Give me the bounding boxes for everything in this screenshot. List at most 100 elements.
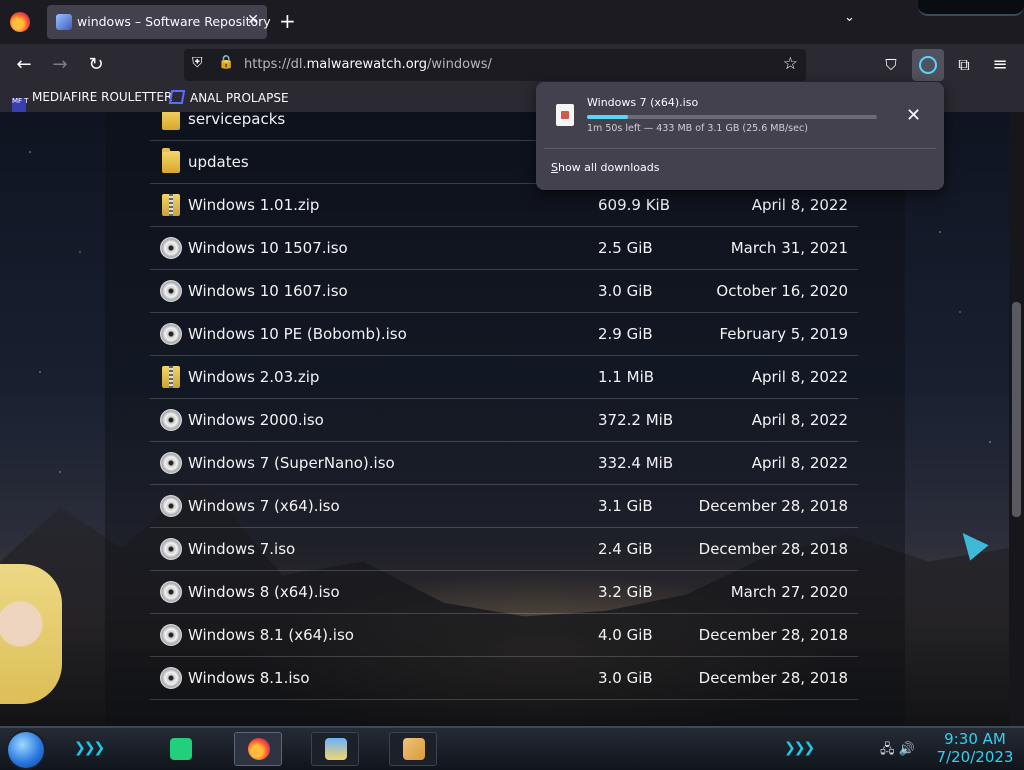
file-date: December 28, 2018 <box>698 497 848 515</box>
file-size: 3.1 GiB <box>598 497 653 515</box>
table-row[interactable]: Windows 7 (x64).iso 3.1 GiB December 28, 2… <box>150 485 858 528</box>
clock-time: 9:30 AM <box>944 730 1006 748</box>
system-tray-icons[interactable]: 🖧 🔊 <box>880 740 915 762</box>
file-name-link[interactable]: Windows 8.1.iso <box>188 669 310 687</box>
iso-file-icon <box>556 104 574 126</box>
file-name-link[interactable]: Windows 1.01.zip <box>188 196 319 214</box>
cartoon-character-image <box>0 564 62 704</box>
table-row[interactable]: Windows 7.iso 2.4 GiB December 28, 2018 <box>150 528 858 571</box>
forward-button[interactable]: → <box>47 52 73 78</box>
taskbar-clock[interactable]: 9:30 AM 7/20/2023 <box>930 730 1020 766</box>
file-date: March 27, 2020 <box>730 583 848 601</box>
tab-windows-repository[interactable]: windows – Software Repository ✕ <box>47 5 271 39</box>
file-size: 3.0 GiB <box>598 282 653 300</box>
lock-icon[interactable]: 🔒 <box>218 55 234 70</box>
file-size: 1.1 MiB <box>598 368 655 386</box>
file-size: 332.4 MiB <box>598 454 674 472</box>
start-button[interactable] <box>8 732 44 768</box>
page-scrollbar[interactable] <box>1009 112 1024 726</box>
file-name-link[interactable]: Windows 8.1 (x64).iso <box>188 626 354 644</box>
cancel-download-icon[interactable]: ✕ <box>906 105 921 126</box>
file-explorer-icon <box>325 738 347 760</box>
table-row[interactable]: Windows 8.1 (x64).iso 4.0 GiB December 28,… <box>150 614 858 657</box>
new-tab-button[interactable]: + <box>279 9 296 33</box>
table-row[interactable]: Windows 10 1607.iso 3.0 GiB October 16, 20… <box>150 270 858 313</box>
file-name-link[interactable]: Windows 7.iso <box>188 540 295 558</box>
tab-bar: windows – Software Repository ✕ + ⌄ <box>0 0 1024 44</box>
file-size: 2.9 GiB <box>598 325 653 343</box>
back-button[interactable]: ← <box>11 52 37 78</box>
disc-image-icon <box>160 409 182 431</box>
taskbar-decoration-right: ❯❯❯ <box>784 740 815 756</box>
file-size: 372.2 MiB <box>598 411 674 429</box>
table-row[interactable]: Windows 2000.iso 372.2 MiB April 8, 2022 <box>150 399 858 442</box>
file-name-link[interactable]: Windows 7 (SuperNano).iso <box>188 454 395 472</box>
disc-image-icon <box>160 323 182 345</box>
file-size: 609.9 KiB <box>598 196 671 214</box>
tab-list-chevron-icon[interactable]: ⌄ <box>844 10 862 28</box>
taskbar-file-explorer[interactable] <box>311 732 359 766</box>
page-content[interactable]: servicepacksupdates-June 19, 2022Windows… <box>0 112 1009 726</box>
taskbar-handshake-app[interactable] <box>389 732 437 766</box>
extensions-icon[interactable]: ⧉ <box>951 52 977 78</box>
file-size: 2.5 GiB <box>598 239 653 257</box>
table-row[interactable]: Windows 1.01.zip 609.9 KiB April 8, 2022 <box>150 184 858 227</box>
download-status: 1m 50s left — 433 MB of 3.1 GB (25.6 MB/… <box>587 123 808 134</box>
table-row[interactable]: Windows 2.03.zip 1.1 MiB April 8, 2022 <box>150 356 858 399</box>
file-name-link[interactable]: Windows 2000.iso <box>188 411 324 429</box>
download-file-name[interactable]: Windows 7 (x64).iso <box>587 96 698 109</box>
window-decoration <box>918 0 1024 16</box>
file-date: December 28, 2018 <box>698 669 848 687</box>
app-menu-icon[interactable]: ≡ <box>987 52 1013 78</box>
firefox-logo-icon[interactable] <box>10 12 30 32</box>
zip-archive-icon <box>162 194 180 216</box>
file-name-link[interactable]: updates <box>188 153 249 171</box>
tab-close-icon[interactable]: ✕ <box>247 12 259 28</box>
mediafire-icon: MF T <box>12 98 29 112</box>
file-date: April 8, 2022 <box>751 368 848 386</box>
show-all-downloads-button[interactable]: Show all downloads <box>551 161 659 174</box>
file-name-link[interactable]: Windows 10 1507.iso <box>188 239 348 257</box>
file-name-link[interactable]: Windows 8 (x64).iso <box>188 583 340 601</box>
table-row[interactable]: Windows 10 PE (Bobomb).iso 2.9 GiB Februar… <box>150 313 858 356</box>
bookmark-mediafire-rouletter[interactable]: MF T MEDIAFIRE ROULETTER <box>12 90 172 112</box>
bookmark-anal-prolapse[interactable]: ANAL PROLAPSE <box>168 90 289 105</box>
file-date: December 28, 2018 <box>698 540 848 558</box>
taskbar-decoration-left: ❯❯❯ <box>74 740 105 756</box>
table-row[interactable]: Windows 7 (SuperNano).iso 332.4 MiB April … <box>150 442 858 485</box>
file-name-link[interactable]: servicepacks <box>188 112 285 128</box>
table-row[interactable]: Windows 8 (x64).iso 3.2 GiB March 27, 2020 <box>150 571 858 614</box>
bookmark-star-icon[interactable]: ☆ <box>783 54 798 74</box>
file-date: December 28, 2018 <box>698 626 848 644</box>
taskbar-firefox[interactable] <box>234 732 282 766</box>
tracking-shield-icon[interactable]: ⛨ <box>192 55 203 71</box>
taskbar: ❯❯❯ ❯❯❯ 🖧 🔊 9:30 AM 7/20/2023 <box>0 726 1024 770</box>
scrollbar-thumb[interactable] <box>1012 302 1021 517</box>
file-name-link[interactable]: Windows 7 (x64).iso <box>188 497 340 515</box>
taskbar-notes-app[interactable] <box>156 732 204 766</box>
disc-image-icon <box>160 667 182 689</box>
file-name-link[interactable]: Windows 2.03.zip <box>188 368 319 386</box>
handshake-icon <box>403 738 425 760</box>
folder-icon <box>162 112 180 130</box>
file-name-link[interactable]: Windows 10 PE (Bobomb).iso <box>188 325 407 343</box>
file-size: 2.4 GiB <box>598 540 653 558</box>
table-row[interactable]: Windows 10 1507.iso 2.5 GiB March 31, 2021 <box>150 227 858 270</box>
download-progress-bar <box>587 115 877 119</box>
notes-app-icon <box>170 738 192 760</box>
panel-divider <box>544 148 936 149</box>
folder-icon <box>162 148 180 173</box>
url-text[interactable]: https://dl.malwarewatch.org/windows/ <box>244 57 492 72</box>
disc-image-icon <box>160 624 182 646</box>
downloads-button[interactable] <box>912 49 944 81</box>
disc-image-icon <box>160 452 182 474</box>
file-date: April 8, 2022 <box>751 454 848 472</box>
tab-title: windows – Software Repository <box>77 14 271 29</box>
reload-button[interactable]: ↻ <box>83 52 109 78</box>
pocket-icon[interactable]: ⛉ <box>878 52 904 78</box>
disc-image-icon <box>160 581 182 603</box>
file-name-link[interactable]: Windows 10 1607.iso <box>188 282 348 300</box>
url-bar[interactable]: ⛨ 🔒 https://dl.malwarewatch.org/windows/… <box>184 49 806 81</box>
table-row[interactable]: Windows 8.1.iso 3.0 GiB December 28, 2018 <box>150 657 858 700</box>
bookmark-site-icon <box>168 90 186 104</box>
